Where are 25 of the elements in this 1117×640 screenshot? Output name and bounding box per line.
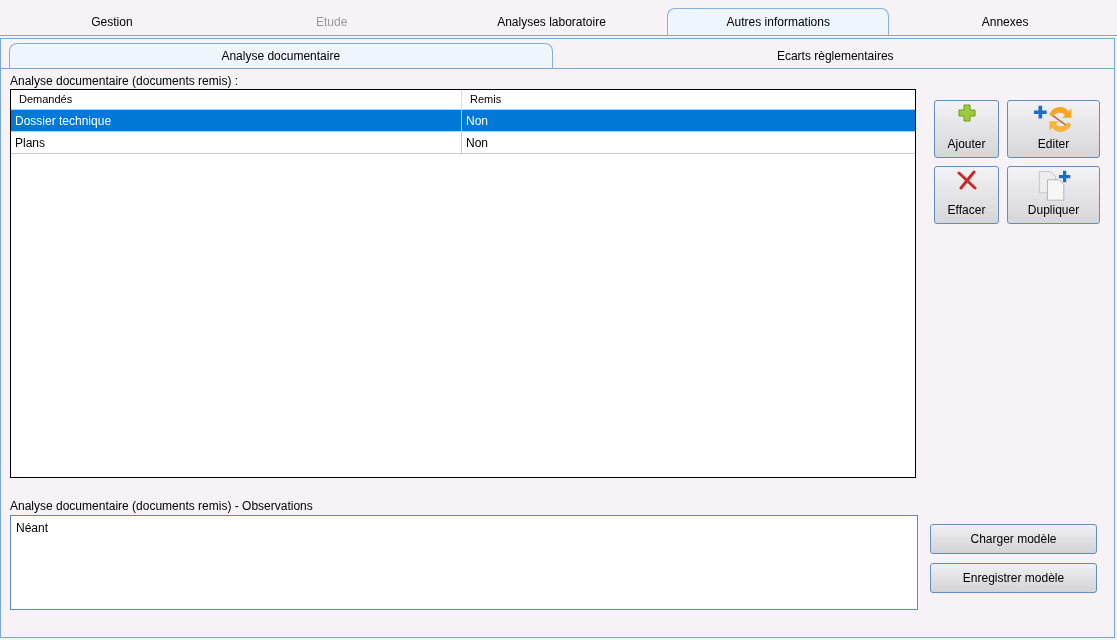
- table-row[interactable]: Dossier technique Non: [11, 110, 915, 132]
- table-row[interactable]: Plans Non: [11, 132, 915, 154]
- plus-icon: [957, 104, 976, 122]
- action-button[interactable]: Editer: [1007, 100, 1100, 158]
- tab[interactable]: Autres informations: [667, 8, 890, 35]
- table-cell-text: Non: [465, 134, 489, 152]
- column-header[interactable]: Demandés: [11, 90, 462, 109]
- tab[interactable]: Ecarts règlementaires: [564, 43, 1106, 68]
- tab[interactable]: Annexes: [895, 8, 1115, 35]
- column-header[interactable]: Remis: [462, 90, 915, 109]
- table-cell: Plans: [11, 132, 462, 153]
- action-button[interactable]: Effacer: [934, 166, 999, 224]
- tab[interactable]: Gestion: [2, 8, 222, 35]
- action-button[interactable]: Ajouter: [934, 100, 999, 158]
- tab[interactable]: Analyses laboratoire: [441, 8, 662, 35]
- observations-title: Analyse documentaire (documents remis) - Observations: [10, 498, 314, 515]
- action-button[interactable]: Dupliquer: [1007, 166, 1100, 224]
- model-button[interactable]: Enregistrer modèle: [930, 563, 1097, 593]
- model-button[interactable]: Charger modèle: [930, 524, 1097, 554]
- cross-icon: [956, 170, 977, 190]
- table-cell-text: Non: [465, 112, 489, 130]
- observations-field[interactable]: Néant: [10, 515, 918, 610]
- tab[interactable]: Analyse documentaire: [9, 43, 553, 68]
- table-cell: Dossier technique: [11, 110, 462, 131]
- table-title: Analyse documentaire (documents remis) :: [10, 73, 240, 89]
